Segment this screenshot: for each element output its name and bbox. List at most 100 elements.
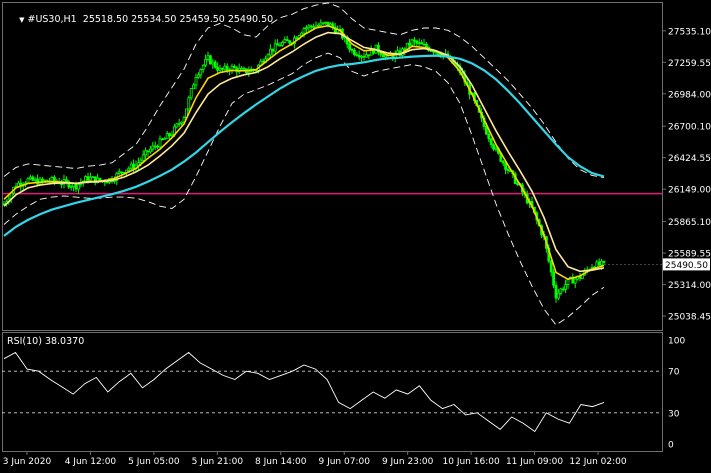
candle-body bbox=[492, 144, 496, 150]
candle-body bbox=[223, 65, 227, 70]
candle-body bbox=[285, 39, 289, 42]
candle-body bbox=[408, 42, 412, 46]
time-tick-label: 11 Jun 09:00 bbox=[506, 457, 563, 467]
price-tick-label: 25314.00 bbox=[668, 281, 711, 291]
time-tick-label: 4 Jun 12:00 bbox=[65, 457, 117, 467]
candle-body bbox=[304, 27, 308, 30]
candle-body bbox=[151, 145, 155, 150]
candle-body bbox=[424, 43, 428, 48]
price-tick-label: 27535.10 bbox=[668, 27, 711, 37]
candle-body bbox=[357, 55, 361, 58]
price-tick-label: 26149.00 bbox=[668, 186, 711, 196]
candle-body bbox=[201, 64, 205, 70]
candle-body bbox=[199, 69, 203, 76]
price-tick-label: 25865.10 bbox=[668, 218, 711, 228]
band-lower-line bbox=[3, 52, 605, 326]
candle-body bbox=[324, 21, 328, 24]
candle-body bbox=[268, 48, 272, 56]
candle-body bbox=[319, 22, 323, 26]
candle-body bbox=[271, 48, 275, 52]
price-tick-label: 26424.55 bbox=[668, 154, 711, 164]
candle-body bbox=[216, 66, 220, 71]
candle-body bbox=[84, 176, 87, 182]
candle-body bbox=[218, 67, 222, 71]
candle-body bbox=[144, 150, 148, 156]
candle-body bbox=[307, 25, 311, 29]
candle-body bbox=[561, 288, 565, 291]
rsi-tick-label: 30 bbox=[668, 409, 680, 419]
candle-body bbox=[65, 179, 68, 183]
symbol-label: #US30,H1 bbox=[27, 14, 77, 25]
dropdown-arrow-icon[interactable]: ▼ bbox=[19, 16, 24, 24]
candle-body bbox=[350, 49, 354, 51]
candle-body bbox=[384, 55, 388, 58]
candle-body bbox=[328, 23, 332, 26]
candle-body bbox=[136, 162, 140, 166]
price-tick-label: 25038.45 bbox=[668, 313, 711, 323]
candle-body bbox=[554, 284, 558, 299]
trading-chart[interactable]: 27535.10 27259.55 26984.00 26700.10 26424.55… bbox=[0, 0, 711, 469]
current-price-label: 25490.50 bbox=[665, 261, 708, 271]
candle-body bbox=[559, 288, 563, 294]
candle-body bbox=[213, 61, 217, 68]
candle-body bbox=[367, 54, 371, 57]
candle-body bbox=[360, 55, 364, 58]
candle-body bbox=[139, 159, 143, 164]
candle-body bbox=[273, 43, 277, 52]
candle-body bbox=[177, 122, 181, 125]
candle-body bbox=[196, 74, 200, 78]
rsi-tick-label: 70 bbox=[668, 368, 680, 378]
candle-body bbox=[247, 71, 251, 74]
time-tick-label: 10 Jun 16:00 bbox=[443, 457, 500, 467]
candle-body bbox=[192, 84, 196, 89]
candle-body bbox=[127, 167, 131, 171]
candle-body bbox=[410, 39, 414, 46]
candle-body bbox=[28, 176, 32, 180]
rsi-tick-label: 100 bbox=[668, 337, 685, 347]
candle-body bbox=[180, 121, 184, 124]
candle-body bbox=[91, 176, 95, 179]
candle-body bbox=[43, 179, 47, 182]
candle-body bbox=[501, 160, 505, 164]
candle-body bbox=[141, 154, 145, 161]
candle-body bbox=[309, 25, 313, 28]
candle-body bbox=[89, 176, 92, 181]
ma-slow-line bbox=[3, 54, 605, 237]
candle-body bbox=[487, 133, 491, 140]
candle-body bbox=[326, 21, 330, 26]
candle-body bbox=[302, 28, 306, 34]
candle-body bbox=[208, 55, 212, 65]
price-tick-label: 26984.00 bbox=[668, 90, 711, 100]
candle-body bbox=[295, 37, 299, 40]
candle-body bbox=[489, 138, 493, 146]
candle-body bbox=[283, 39, 287, 43]
time-tick-label: 3 Jun 2020 bbox=[3, 457, 52, 467]
candle-body bbox=[261, 60, 265, 63]
time-tick-label: 9 Jun 23:00 bbox=[382, 457, 434, 467]
candle-body bbox=[564, 284, 567, 290]
candle-body bbox=[396, 50, 400, 54]
candle-body bbox=[220, 67, 224, 70]
candle-body bbox=[165, 133, 169, 139]
candle-body bbox=[549, 260, 553, 273]
candle-body bbox=[163, 137, 167, 140]
candle-body bbox=[189, 88, 193, 99]
candle-body bbox=[602, 260, 606, 263]
chart-canvas[interactable]: 27535.10 27259.55 26984.00 26700.10 26424.55… bbox=[0, 0, 711, 469]
candle-body bbox=[187, 97, 191, 110]
candle-body bbox=[86, 176, 90, 181]
candle-body bbox=[412, 39, 416, 42]
ma-fast-line bbox=[3, 24, 605, 281]
candle-body bbox=[552, 271, 555, 286]
candle-body bbox=[41, 178, 44, 182]
candle-body bbox=[148, 148, 152, 153]
time-tick-label: 9 Jun 07:00 bbox=[318, 457, 370, 467]
candle-body bbox=[117, 171, 121, 174]
candle-body bbox=[355, 54, 359, 56]
candle-body bbox=[156, 145, 160, 148]
time-tick-label: 12 Jun 02:00 bbox=[569, 457, 626, 467]
candle-body bbox=[69, 186, 73, 188]
candle-body bbox=[158, 138, 162, 148]
rsi-panel-frame bbox=[2, 332, 663, 452]
candle-body bbox=[362, 55, 366, 58]
